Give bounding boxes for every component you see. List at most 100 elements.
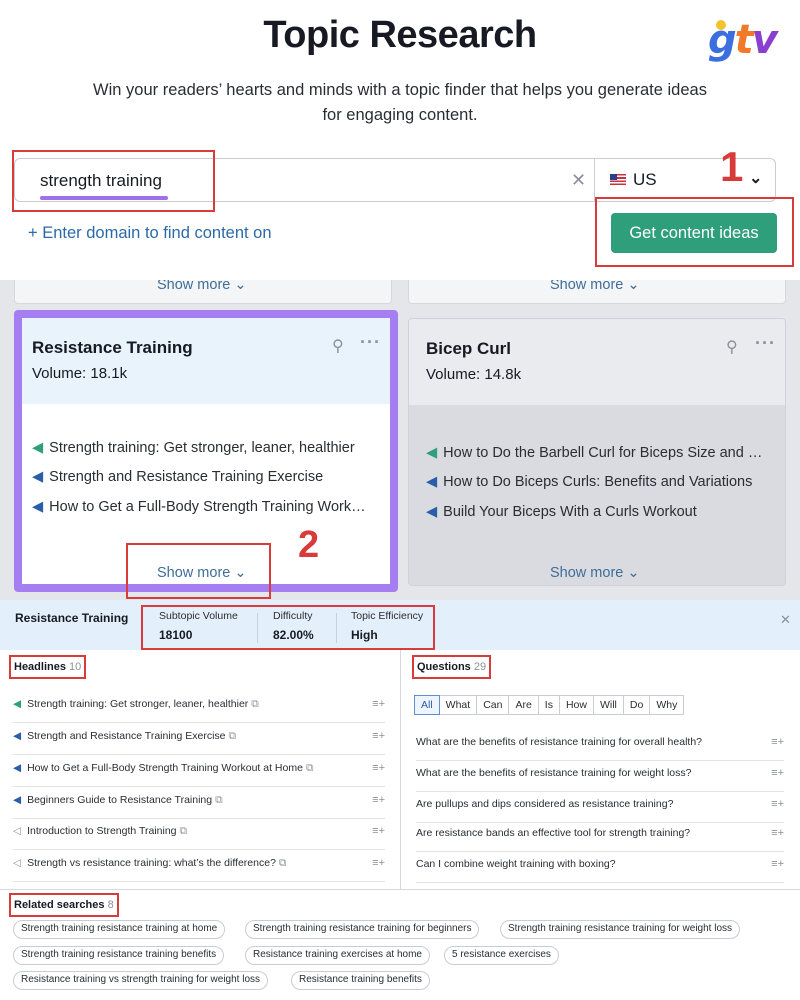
headline-text: Strength vs resistance training: what’s …	[27, 857, 276, 869]
question-text: What are the benefits of resistance trai…	[416, 736, 702, 748]
tab-all[interactable]: All	[414, 695, 440, 715]
add-to-list-icon[interactable]: ≡+	[372, 698, 385, 710]
chevron-down-icon: ⌄	[627, 280, 640, 293]
related-search-chip[interactable]: Strength training resistance training be…	[13, 946, 225, 965]
card-headline-text: Strength training: Get stronger, leaner,…	[49, 440, 355, 456]
topic-metrics: Subtopic Volume 18100 Difficulty 82.00% …	[141, 605, 435, 650]
more-options-icon[interactable]: ···	[755, 333, 776, 354]
megaphone-outline-icon: ◁	[13, 825, 22, 837]
megaphone-icon: ◀	[13, 794, 22, 806]
card-headline[interactable]: ◀ Strength training: Get stronger, leaner…	[32, 440, 372, 456]
headline-row[interactable]: ◀ Strength training: Get stronger, leaner…	[13, 692, 385, 723]
external-link-icon[interactable]: ⧉	[229, 730, 237, 742]
card-headline[interactable]: ◀ How to Get a Full-Body Strength Trainin…	[32, 499, 372, 515]
card-headline-text: How to Do Biceps Curls: Benefits and Var…	[443, 474, 753, 490]
headline-row[interactable]: ◁ Introduction to Strength Training ⧉ ≡+	[13, 819, 385, 850]
search-icon[interactable]: ⚲	[332, 336, 344, 356]
metric-label: Subtopic Volume	[159, 610, 238, 622]
headline-row[interactable]: ◀ How to Get a Full-Body Strength Trainin…	[13, 756, 385, 787]
related-search-chip[interactable]: 5 resistance exercises	[444, 946, 559, 965]
tab-will[interactable]: Will	[592, 695, 624, 715]
megaphone-icon: ◀	[13, 730, 22, 742]
topic-card-bicep-curl[interactable]: Bicep Curl Volume: 14.8k ⚲ ··· ◀ How to D…	[408, 318, 786, 586]
tab-is[interactable]: Is	[537, 695, 560, 715]
add-to-list-icon[interactable]: ≡+	[372, 857, 385, 869]
related-searches-label: Related searches	[14, 899, 105, 911]
megaphone-icon: ◀	[13, 762, 22, 774]
headline-row[interactable]: ◀ Beginners Guide to Resistance Training ⧉…	[13, 788, 385, 819]
add-to-list-icon[interactable]: ≡+	[372, 825, 385, 837]
add-to-list-icon[interactable]: ≡+	[771, 736, 784, 748]
tab-what[interactable]: What	[438, 695, 478, 715]
question-text: Are resistance bands an effective tool f…	[416, 827, 691, 839]
volume-label: Volume:	[426, 366, 481, 383]
external-link-icon[interactable]: ⧉	[306, 762, 314, 774]
related-search-chip[interactable]: Strength training resistance training fo…	[500, 920, 741, 939]
question-row[interactable]: Can I combine weight training with boxin…	[416, 852, 784, 883]
question-text: Can I combine weight training with boxin…	[416, 858, 616, 870]
related-search-chip[interactable]: Strength training resistance training at…	[13, 920, 226, 939]
tab-how[interactable]: How	[558, 695, 594, 715]
question-row[interactable]: What are the benefits of resistance trai…	[416, 761, 784, 792]
annotation-number-1: 1	[720, 143, 744, 190]
add-to-list-icon[interactable]: ≡+	[372, 762, 385, 774]
external-link-icon[interactable]: ⧉	[251, 698, 259, 710]
related-search-chip[interactable]: Resistance training benefits	[291, 971, 430, 990]
question-text: Are pullups and dips considered as resis…	[416, 798, 674, 810]
external-link-icon[interactable]: ⧉	[180, 825, 188, 837]
card-headline[interactable]: ◀ Strength and Resistance Training Exerci…	[32, 469, 372, 485]
page-subtitle: Win your readers’ hearts and minds with …	[60, 78, 740, 128]
annotation-box-keyword	[12, 150, 215, 212]
add-to-list-icon[interactable]: ≡+	[372, 730, 385, 742]
metric-value: 18100	[159, 628, 193, 642]
question-row[interactable]: Are pullups and dips considered as resis…	[416, 792, 784, 823]
card-headline[interactable]: ◀ Build Your Biceps With a Curls Workout	[426, 504, 766, 520]
tab-are[interactable]: Are	[508, 695, 539, 715]
tab-can[interactable]: Can	[476, 695, 510, 715]
more-options-icon[interactable]: ···	[360, 332, 381, 353]
card-headline[interactable]: ◀ How to Do Biceps Curls: Benefits and Va…	[426, 474, 766, 490]
metric-divider	[336, 613, 337, 643]
questions-heading: Questions 29	[412, 655, 492, 679]
enter-domain-link[interactable]: + Enter domain to find content on	[28, 224, 272, 243]
megaphone-icon: ◀	[426, 504, 438, 520]
topic-research-hero: Topic Research Win your readers’ hearts …	[0, 0, 800, 280]
add-to-list-icon[interactable]: ≡+	[372, 794, 385, 806]
topic-cards-area: Show more ⌄ Show more ⌄ Resistance Train…	[0, 280, 800, 600]
related-search-chip[interactable]: Resistance training vs strength training…	[13, 971, 269, 990]
page-title: Topic Research	[263, 14, 537, 56]
topic-card-title: Bicep Curl	[426, 339, 512, 358]
headline-row[interactable]: ◁ Strength vs resistance training: what’s…	[13, 851, 385, 882]
question-row[interactable]: Are resistance bands an effective tool f…	[416, 821, 784, 852]
divider	[594, 159, 595, 201]
page-subtitle-line-2: for engaging content.	[322, 106, 478, 124]
add-to-list-icon[interactable]: ≡+	[771, 798, 784, 810]
add-to-list-icon[interactable]: ≡+	[771, 827, 784, 839]
add-to-list-icon[interactable]: ≡+	[771, 858, 784, 870]
show-more-link[interactable]: Show more ⌄	[550, 280, 640, 293]
question-row[interactable]: What are the benefits of resistance trai…	[416, 730, 784, 761]
us-flag-icon	[610, 174, 626, 185]
database-select[interactable]: US ⌄	[596, 159, 775, 201]
column-divider	[400, 650, 401, 890]
external-link-icon[interactable]: ⧉	[215, 794, 223, 806]
add-to-list-icon[interactable]: ≡+	[771, 767, 784, 779]
megaphone-icon: ◀	[426, 445, 438, 461]
clear-input-icon[interactable]: ✕	[571, 170, 586, 191]
show-more-link[interactable]: Show more ⌄	[157, 280, 247, 293]
search-icon[interactable]: ⚲	[726, 337, 738, 357]
card-headline-text: Build Your Biceps With a Curls Workout	[443, 504, 697, 520]
headline-row[interactable]: ◀ Strength and Resistance Training Exerci…	[13, 724, 385, 755]
related-search-chip[interactable]: Strength training resistance training fo…	[245, 920, 480, 939]
tab-do[interactable]: Do	[622, 695, 651, 715]
headline-text: Strength training: Get stronger, leaner,…	[27, 698, 249, 710]
tab-why[interactable]: Why	[649, 695, 685, 715]
show-more-link[interactable]: Show more ⌄	[550, 565, 640, 581]
related-search-chip[interactable]: Resistance training exercises at home	[245, 946, 430, 965]
megaphone-icon: ◀	[32, 469, 44, 485]
card-headline[interactable]: ◀ How to Do the Barbell Curl for Biceps S…	[426, 445, 766, 461]
volume-value: 14.8k	[484, 366, 522, 383]
close-icon[interactable]: ✕	[780, 612, 791, 628]
metric-label: Difficulty	[273, 610, 313, 622]
external-link-icon[interactable]: ⧉	[279, 857, 287, 869]
